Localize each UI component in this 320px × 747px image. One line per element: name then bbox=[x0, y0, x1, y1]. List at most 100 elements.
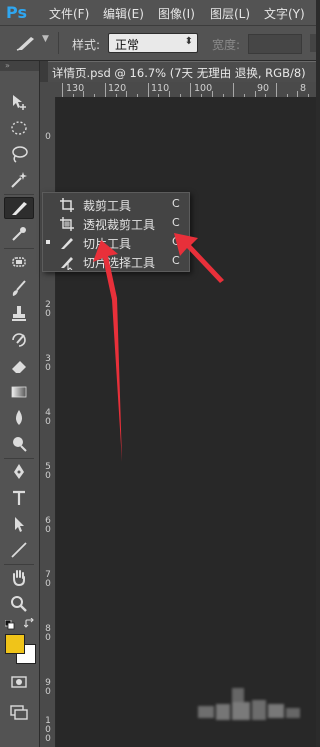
flyout-item-label: 裁剪工具 bbox=[83, 199, 132, 213]
ruler-label: 0 bbox=[45, 471, 51, 481]
zoom-tool[interactable] bbox=[4, 593, 34, 615]
options-overflow-handle[interactable] bbox=[310, 34, 316, 52]
spot-heal-tool[interactable] bbox=[4, 251, 34, 273]
horizontal-ruler[interactable]: 130 120 110 100 90 8 bbox=[60, 82, 316, 98]
flyout-item-slice-select[interactable]: 切片选择工具 C bbox=[43, 252, 187, 271]
width-input[interactable] bbox=[248, 34, 302, 54]
quick-mask-icon bbox=[11, 676, 27, 688]
flyout-item-slice[interactable]: 切片工具 C bbox=[43, 233, 187, 252]
zoom-icon bbox=[11, 596, 27, 612]
selected-bullet-icon bbox=[46, 240, 50, 244]
eraser-tool[interactable] bbox=[4, 355, 34, 377]
ruler-label: 0 bbox=[45, 309, 51, 319]
ruler-tick bbox=[276, 83, 277, 97]
clone-stamp-tool[interactable] bbox=[4, 303, 34, 325]
flyout-item-perspective-crop[interactable]: 透视裁剪工具 C bbox=[43, 214, 187, 233]
magic-wand-icon bbox=[11, 172, 27, 188]
document-tab-bar: 详情页.psd @ 16.7% (7天 无理由 退换, RGB/8) bbox=[40, 61, 316, 82]
toolbox-divider bbox=[4, 564, 34, 565]
foreground-color-swatch[interactable] bbox=[5, 634, 25, 654]
eraser-icon bbox=[12, 361, 26, 373]
style-select[interactable]: 正常 ⬍ bbox=[108, 33, 198, 53]
spot-heal-icon bbox=[12, 257, 26, 267]
magic-wand-tool[interactable] bbox=[4, 169, 34, 191]
brush-tool[interactable] bbox=[4, 277, 34, 299]
flyout-item-shortcut: C bbox=[172, 254, 180, 267]
ruler-label: 110 bbox=[151, 83, 170, 94]
blur-icon bbox=[16, 410, 22, 425]
ruler-tick bbox=[147, 83, 149, 97]
marquee-tool[interactable] bbox=[4, 117, 34, 139]
perspective-crop-icon bbox=[60, 217, 74, 231]
history-brush-tool[interactable] bbox=[4, 329, 34, 351]
ruler-label: 0 bbox=[45, 525, 51, 535]
flyout-item-label: 切片工具 bbox=[83, 237, 132, 251]
ruler-origin[interactable] bbox=[40, 82, 60, 98]
width-label: 宽度: bbox=[212, 38, 241, 52]
options-bar: ▼ 样式: 正常 ⬍ 宽度: bbox=[0, 26, 316, 61]
flyout-item-shortcut: C bbox=[172, 216, 180, 229]
flyout-item-label: 切片选择工具 bbox=[83, 256, 156, 270]
eyedropper-icon bbox=[12, 227, 26, 241]
type-tool[interactable] bbox=[4, 487, 34, 509]
screen-mode-button[interactable] bbox=[4, 701, 34, 723]
ruler-label: 100 bbox=[194, 83, 213, 94]
style-label: 样式: bbox=[72, 38, 101, 52]
slice-select-icon bbox=[61, 257, 73, 270]
lasso-icon bbox=[12, 146, 28, 163]
line-tool[interactable] bbox=[4, 539, 34, 561]
pen-icon bbox=[14, 464, 24, 479]
move-icon bbox=[13, 95, 26, 110]
path-select-icon bbox=[15, 517, 24, 532]
gradient-icon bbox=[11, 386, 27, 398]
ruler-label: 0 bbox=[45, 633, 51, 643]
crop-icon bbox=[60, 198, 74, 212]
slice-tool[interactable] bbox=[4, 197, 34, 219]
ruler-tick bbox=[104, 83, 106, 97]
menu-layer[interactable]: 图层(L) bbox=[210, 5, 250, 22]
line-icon bbox=[11, 542, 27, 558]
gradient-tool[interactable] bbox=[4, 381, 34, 403]
hand-icon bbox=[13, 570, 25, 587]
move-tool[interactable] bbox=[4, 91, 34, 113]
swap-colors-icon[interactable] bbox=[23, 617, 35, 629]
document-tab[interactable]: 详情页.psd @ 16.7% (7天 无理由 退换, RGB/8) bbox=[48, 61, 316, 82]
ruler-tick bbox=[62, 83, 63, 97]
slice-icon bbox=[12, 202, 27, 215]
toolbox-panel: » bbox=[0, 61, 40, 747]
ruler-label: 0 bbox=[45, 734, 51, 744]
ruler-label: 0 bbox=[45, 363, 51, 373]
screen-mode-icon bbox=[10, 705, 28, 720]
hand-tool[interactable] bbox=[4, 567, 34, 589]
ruler-label: 90 bbox=[257, 83, 270, 94]
lasso-tool[interactable] bbox=[4, 143, 34, 165]
menu-type[interactable]: 文字(Y) bbox=[264, 5, 305, 22]
menu-edit[interactable]: 编辑(E) bbox=[103, 5, 144, 22]
eyedropper-tool[interactable] bbox=[4, 223, 34, 245]
toolbox-collapse-icon[interactable]: » bbox=[0, 61, 39, 71]
ruler-label: 0 bbox=[45, 417, 51, 427]
dodge-tool[interactable] bbox=[4, 433, 34, 455]
style-select-value: 正常 bbox=[115, 38, 140, 52]
toolbox-divider bbox=[4, 458, 34, 459]
slice-icon bbox=[61, 238, 73, 249]
pen-tool[interactable] bbox=[4, 461, 34, 483]
tool-preset-slice-icon[interactable] bbox=[14, 33, 38, 53]
blur-tool[interactable] bbox=[4, 407, 34, 429]
menu-file[interactable]: 文件(F) bbox=[49, 5, 89, 22]
tool-preset-chevron-down-icon[interactable]: ▼ bbox=[42, 34, 49, 44]
type-icon bbox=[13, 490, 25, 505]
menu-image[interactable]: 图像(I) bbox=[158, 5, 195, 22]
toolbox-divider bbox=[4, 248, 34, 249]
select-updown-icon: ⬍ bbox=[184, 36, 193, 47]
app-logo: Ps bbox=[6, 3, 27, 22]
ruler-label: 120 bbox=[108, 83, 127, 94]
flyout-item-crop[interactable]: 裁剪工具 C bbox=[43, 195, 187, 214]
path-select-tool[interactable] bbox=[4, 513, 34, 535]
ruler-label: 0 bbox=[45, 579, 51, 589]
ruler-tick bbox=[233, 83, 235, 97]
quick-mask-button[interactable] bbox=[4, 671, 34, 693]
default-colors-icon[interactable] bbox=[4, 619, 15, 630]
dodge-icon bbox=[13, 437, 27, 452]
flyout-item-label: 透视裁剪工具 bbox=[83, 218, 156, 232]
